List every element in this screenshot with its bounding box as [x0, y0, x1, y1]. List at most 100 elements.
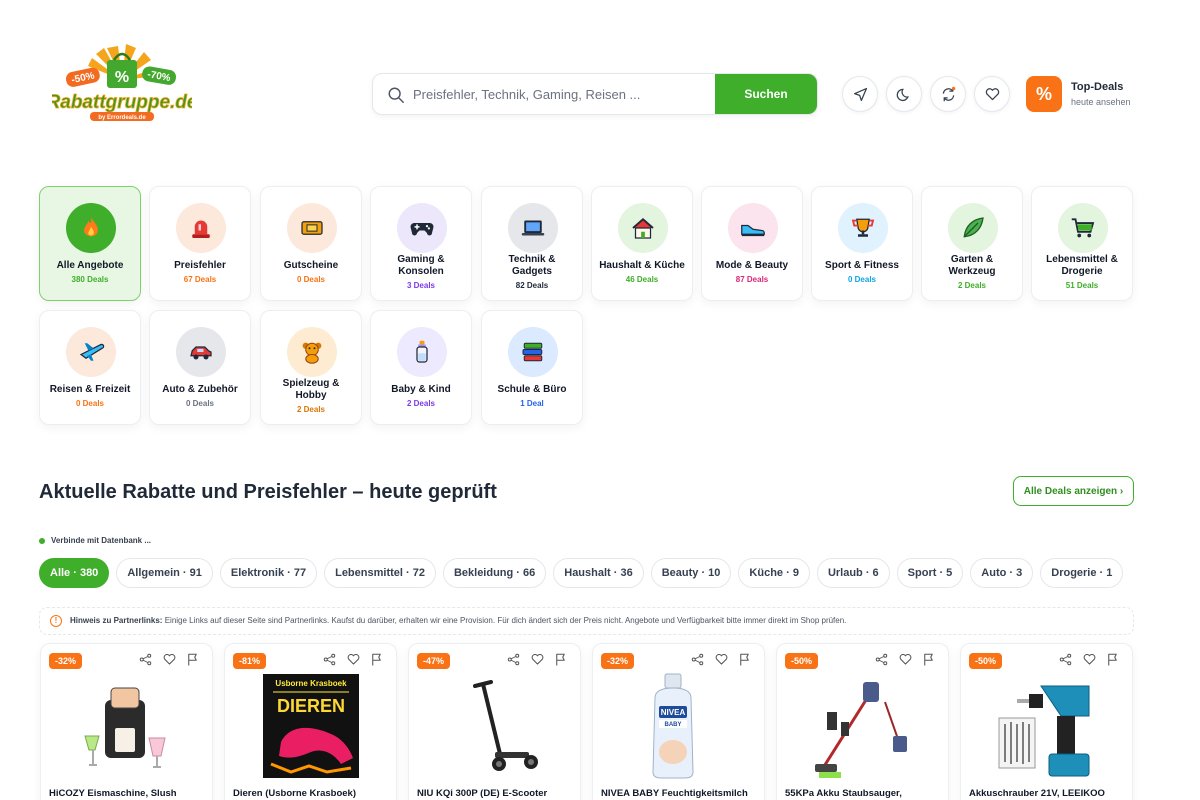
category-card[interactable]: Lebensmittel & Drogerie 51 Deals [1031, 186, 1133, 301]
dark-mode-button[interactable] [886, 76, 922, 112]
product-image: NIVEA BABY [652, 673, 694, 779]
card-actions [322, 652, 384, 670]
trophy-icon [838, 203, 888, 253]
all-deals-button[interactable]: Alle Deals anzeigen › [1013, 476, 1134, 506]
product-image [473, 680, 538, 771]
filter-chip[interactable]: Lebensmittel · 72 [324, 558, 436, 588]
top-deals-link[interactable]: % Top-Deals heute ansehen [1026, 76, 1146, 112]
percent-icon: % [1026, 76, 1062, 112]
category-card[interactable]: Gutscheine 0 Deals [260, 186, 362, 301]
filter-chip[interactable]: Beauty · 10 [650, 558, 732, 588]
product-card[interactable]: -47% NIU KQi 300P (DE) E-Scooter [408, 643, 581, 800]
product-name[interactable]: NIVEA BABY Feuchtigkeitsmilch [601, 788, 758, 799]
product-card[interactable]: -81% Usborne Krasboek DIEREN Dieren (Usborn… [224, 643, 397, 800]
discount-badge: -32% [49, 653, 83, 669]
search-icon [388, 87, 404, 103]
discount-badge: -50% [969, 653, 1003, 669]
category-card[interactable]: Schule & Büro 1 Deal [481, 310, 583, 425]
logo-byline: by Errordeals.de [98, 115, 146, 121]
share-icon[interactable] [138, 652, 153, 667]
category-label: Baby & Kind [391, 384, 451, 395]
product-name[interactable]: Dieren (Usborne Krasboek) [233, 788, 390, 799]
hint-label: Hinweis zu Partnerlinks: [70, 616, 163, 625]
category-count: 2 Deals [406, 399, 436, 408]
card-actions [690, 652, 752, 670]
heart-icon[interactable] [530, 652, 545, 667]
filter-chip[interactable]: Elektronik · 77 [219, 558, 318, 588]
flag-icon[interactable] [1105, 652, 1120, 667]
category-card[interactable]: Reisen & Freizeit 0 Deals [39, 310, 141, 425]
category-count: 0 Deals [75, 399, 105, 408]
search-button[interactable]: Suchen [715, 74, 817, 114]
favorites-button[interactable] [974, 76, 1010, 112]
category-card[interactable]: Garten & Werkzeug 2 Deals [921, 186, 1023, 301]
refresh-button[interactable] [930, 76, 966, 112]
product-card[interactable]: -50% 55KPa Akku Staubsauger, [776, 643, 949, 800]
filter-chip[interactable]: Alle · 380 [39, 558, 110, 588]
category-card[interactable]: Alle Angebote 380 Deals [39, 186, 141, 301]
flag-icon[interactable] [369, 652, 384, 667]
heart-icon[interactable] [346, 652, 361, 667]
category-card[interactable]: Mode & Beauty 87 Deals [701, 186, 803, 301]
share-icon[interactable] [690, 652, 705, 667]
flag-icon[interactable] [921, 652, 936, 667]
db-status-text: Verbinde mit Datenbank ... [51, 536, 152, 545]
siren-icon [176, 203, 226, 253]
category-card[interactable]: Sport & Fitness 0 Deals [811, 186, 913, 301]
category-card[interactable]: Preisfehler 67 Deals [149, 186, 251, 301]
moon-icon [896, 88, 909, 101]
category-card[interactable]: Baby & Kind 2 Deals [370, 310, 472, 425]
site-logo[interactable]: % -50% -70% Rabattgruppe.de by Errordeal… [46, 42, 198, 126]
filter-chip[interactable]: Drogerie · 1 [1040, 558, 1124, 588]
category-card[interactable]: Haushalt & Küche 46 Deals [591, 186, 693, 301]
category-card[interactable]: Gaming & Konsolen 3 Deals [370, 186, 472, 301]
product-name[interactable]: HiCOZY Eismaschine, Slush [49, 788, 206, 799]
flag-icon[interactable] [553, 652, 568, 667]
product-name[interactable]: Akkuschrauber 21V, LEEIKOO [969, 788, 1126, 799]
product-card[interactable]: -32% HiCOZY Eismaschine, Slush [40, 643, 213, 800]
share-icon[interactable] [322, 652, 337, 667]
product-name[interactable]: NIU KQi 300P (DE) E-Scooter [417, 788, 574, 799]
site-header: % -50% -70% Rabattgruppe.de by Errordeal… [0, 0, 1200, 160]
category-label: Preisfehler [174, 260, 226, 271]
shoe-icon [728, 203, 778, 253]
filter-chip[interactable]: Auto · 3 [970, 558, 1034, 588]
filter-chip[interactable]: Bekleidung · 66 [442, 558, 547, 588]
heart-icon[interactable] [714, 652, 729, 667]
heart-icon[interactable] [1082, 652, 1097, 667]
category-label: Gutscheine [283, 260, 339, 271]
bottle-icon [397, 327, 447, 377]
flag-icon[interactable] [185, 652, 200, 667]
category-card[interactable]: Spielzeug & Hobby 2 Deals [260, 310, 362, 425]
share-icon[interactable] [874, 652, 889, 667]
leaf-icon [948, 203, 998, 253]
category-label: Spielzeug & Hobby [282, 378, 340, 401]
filter-chip[interactable]: Sport · 5 [896, 558, 964, 588]
filter-chip[interactable]: Haushalt · 36 [553, 558, 644, 588]
flag-icon[interactable] [737, 652, 752, 667]
category-label: Haushalt & Küche [599, 260, 685, 271]
search-input[interactable] [413, 74, 713, 114]
filter-chip[interactable]: Küche · 9 [738, 558, 810, 588]
filter-chip[interactable]: Allgemein · 91 [116, 558, 213, 588]
discount-badge: -32% [601, 653, 635, 669]
send-button[interactable] [842, 76, 878, 112]
share-icon[interactable] [1058, 652, 1073, 667]
category-count: 0 Deals [847, 275, 877, 284]
cart-icon [1058, 203, 1108, 253]
category-card[interactable]: Technik & Gadgets 82 Deals [481, 186, 583, 301]
heart-icon[interactable] [162, 652, 177, 667]
category-label: Technik & Gadgets [508, 254, 556, 277]
logo-wordmark: Rabattgruppe.de [52, 92, 192, 113]
heart-icon[interactable] [898, 652, 913, 667]
product-name[interactable]: 55KPa Akku Staubsauger, [785, 788, 942, 799]
category-label: Schule & Büro [497, 384, 567, 395]
product-card[interactable]: -32% NIVEA BABY NIVEA BABY Feuchtigkeitsmil… [592, 643, 765, 800]
filter-chip[interactable]: Urlaub · 6 [816, 558, 890, 588]
house-icon [618, 203, 668, 253]
product-card[interactable]: -50% Akkuschrauber 21V, LEEIKOO [960, 643, 1133, 800]
card-actions [1058, 652, 1120, 670]
category-card[interactable]: Auto & Zubehör 0 Deals [149, 310, 251, 425]
share-icon[interactable] [506, 652, 521, 667]
filter-chips: Alle · 380 Allgemein · 91 Elektronik · 77 L… [39, 558, 1130, 588]
